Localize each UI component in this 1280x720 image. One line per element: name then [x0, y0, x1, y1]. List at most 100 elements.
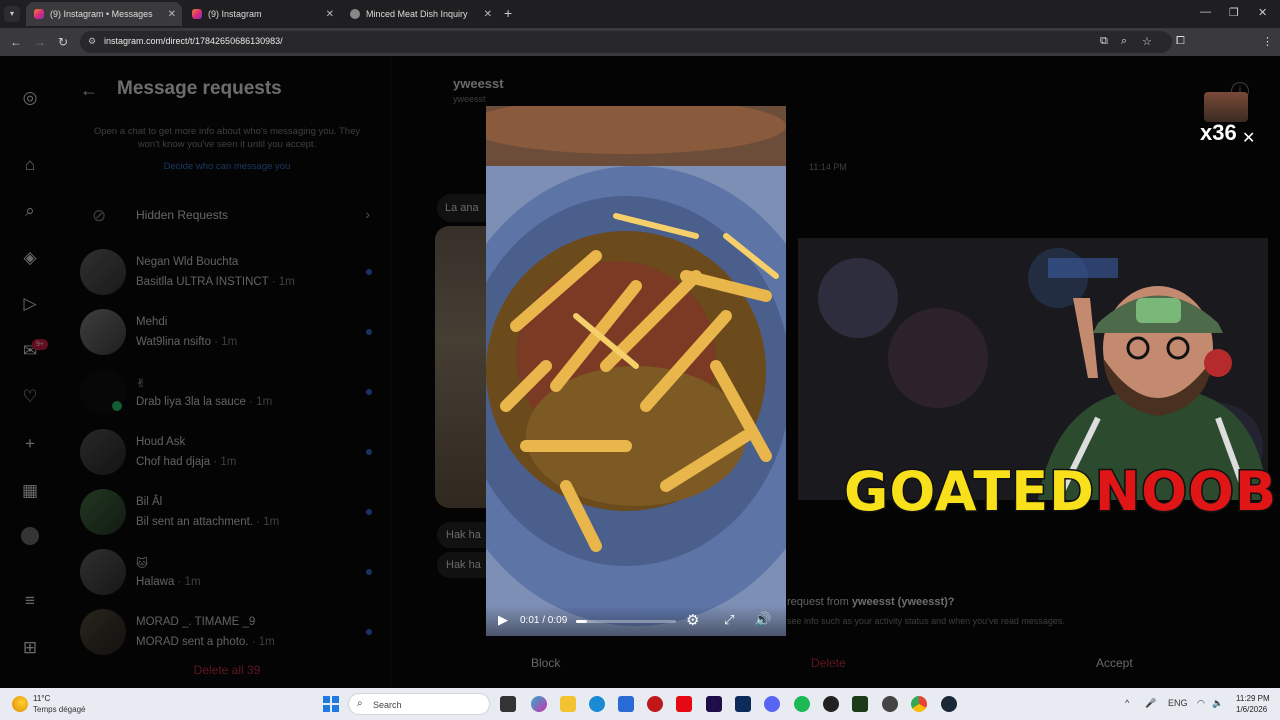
instagram-page: ◎ ⌂ ⌕ ◈ ▷ ✉ 9+ ♡ + ▦ ≡ ⊞ ← Message reque…: [0, 56, 1280, 688]
microphone-icon[interactable]: 🎤: [1145, 698, 1156, 709]
video-player[interactable]: ▶ 0:01 / 0:09 ⚙ ⤢ 🔊: [486, 106, 786, 636]
instagram-favicon-icon: [192, 9, 202, 19]
tab-instagram-messages[interactable]: (9) Instagram • Messages ✕: [26, 2, 182, 26]
explore-icon[interactable]: ◈: [20, 248, 40, 268]
terminal-icon[interactable]: [852, 696, 868, 712]
avatar: [80, 609, 126, 655]
reload-icon[interactable]: ↻: [58, 35, 68, 49]
file-explorer-icon[interactable]: [560, 696, 576, 712]
copilot-icon[interactable]: [531, 696, 547, 712]
online-status-dot: [112, 401, 122, 411]
restore-icon[interactable]: ❐: [1229, 6, 1239, 19]
brand-word-red: NOOBIE: [1093, 459, 1280, 525]
list-item[interactable]: MORAD _. TIMAME _9 MORAD sent a photo. ·…: [80, 607, 380, 657]
chat-preview: Bil sent an attachment. · 1m: [136, 516, 279, 528]
notifications-heart-icon[interactable]: ♡: [20, 387, 40, 407]
tab-minced-meat[interactable]: Minced Meat Dish Inquiry ✕: [342, 2, 498, 26]
language-indicator[interactable]: ENG: [1168, 698, 1188, 708]
premiere-icon[interactable]: [706, 696, 722, 712]
fullscreen-icon[interactable]: ⤢: [724, 612, 734, 628]
speaker-icon[interactable]: 🔈: [1212, 698, 1223, 709]
github-icon[interactable]: [882, 696, 898, 712]
more-menu-icon[interactable]: ≡: [20, 591, 40, 611]
url-input[interactable]: ⚙ instagram.com/direct/t/178426506861309…: [80, 31, 1172, 53]
weather-sun-icon[interactable]: [12, 696, 28, 712]
url-text[interactable]: instagram.com/direct/t/17842650686130983…: [104, 36, 283, 46]
close-window-icon[interactable]: ✕: [1258, 6, 1267, 19]
video-scrubber[interactable]: [576, 620, 676, 623]
show-hidden-icons-icon[interactable]: ^: [1125, 698, 1129, 708]
instagram-logo-icon[interactable]: ◎: [20, 88, 40, 108]
conversation-username[interactable]: yweesst: [453, 76, 504, 91]
site-info-icon[interactable]: ⚙: [88, 36, 96, 47]
settings-gear-icon[interactable]: ⚙: [686, 611, 699, 629]
clock-date[interactable]: 1/6/2026: [1236, 705, 1267, 714]
home-icon[interactable]: ⌂: [20, 155, 40, 175]
block-button[interactable]: Block: [531, 656, 560, 670]
weather-description[interactable]: Temps dégagé: [33, 705, 85, 714]
tab-list-button[interactable]: ▾: [4, 6, 20, 22]
wifi-icon[interactable]: ◠: [1197, 698, 1205, 709]
list-item[interactable]: Negan Wld Bouchta Basitlla ULTRA INSTINC…: [80, 247, 380, 297]
windows-start-icon[interactable]: [323, 696, 339, 712]
forward-arrow-icon[interactable]: →: [34, 35, 46, 49]
dashboard-icon[interactable]: ▦: [20, 481, 40, 501]
delete-button[interactable]: Delete: [811, 656, 846, 670]
chat-preview: Drab liya 3la la sauce · 1m: [136, 396, 272, 408]
hidden-requests-row[interactable]: ⊘ Hidden Requests ›: [80, 198, 380, 234]
reels-icon[interactable]: ▷: [20, 294, 40, 314]
discord-icon[interactable]: [764, 696, 780, 712]
accept-button[interactable]: Accept: [1096, 656, 1133, 670]
profile-avatar[interactable]: [20, 527, 40, 547]
photoshop-icon[interactable]: [735, 696, 751, 712]
left-nav: ◎ ⌂ ⌕ ◈ ▷ ✉ 9+ ♡ + ▦ ≡ ⊞: [0, 56, 60, 688]
cast-icon[interactable]: ⧉: [1100, 35, 1108, 48]
threads-apps-icon[interactable]: ⊞: [20, 638, 40, 658]
create-plus-icon[interactable]: +: [20, 434, 40, 454]
chat-message: Drab liya 3la la sauce: [136, 396, 246, 408]
chat-message: Bil sent an attachment.: [136, 516, 253, 528]
extensions-icon[interactable]: ⧠: [1176, 35, 1185, 48]
taskbar-search-input[interactable]: ⌕ Search: [348, 693, 490, 715]
bookmark-star-icon[interactable]: ☆: [1142, 35, 1152, 48]
new-tab-icon[interactable]: +: [504, 5, 512, 21]
chat-time: · 1m: [245, 396, 273, 408]
decide-who-can-message-link[interactable]: Decide who can message you: [82, 161, 372, 172]
clock-time[interactable]: 11:29 PM: [1236, 694, 1270, 703]
minimize-icon[interactable]: —: [1200, 6, 1211, 18]
weather-temperature[interactable]: 11°C: [33, 694, 50, 703]
close-icon[interactable]: ✕: [1242, 128, 1255, 148]
volume-icon[interactable]: 🔊: [754, 611, 771, 628]
obs-icon[interactable]: [823, 696, 839, 712]
spotify-icon[interactable]: [794, 696, 810, 712]
chat-preview: Halawa · 1m: [136, 576, 201, 588]
play-icon[interactable]: ▶: [498, 612, 508, 628]
back-arrow-icon[interactable]: ←: [80, 80, 98, 101]
delete-all-button[interactable]: Delete all 39: [82, 663, 372, 677]
zoom-icon[interactable]: ⌕: [1121, 35, 1127, 48]
list-item[interactable]: Bil Âl Bil sent an attachment. · 1m: [80, 487, 380, 537]
list-item[interactable]: 🐱 Halawa · 1m: [80, 547, 380, 597]
netflix-icon[interactable]: [676, 696, 692, 712]
close-tab-icon[interactable]: ✕: [484, 9, 492, 20]
browser-tab-bar: ▾ (9) Instagram • Messages ✕ (9) Instagr…: [0, 0, 1280, 28]
menu-kebab-icon[interactable]: ⋮: [1262, 35, 1273, 48]
search-icon[interactable]: ⌕: [20, 201, 40, 221]
chat-preview: Wat9lina nsifto · 1m: [136, 336, 237, 348]
emote-counter: x36: [1199, 119, 1238, 146]
opera-icon[interactable]: [647, 696, 663, 712]
edge-icon[interactable]: [589, 696, 605, 712]
close-tab-icon[interactable]: ✕: [326, 9, 334, 20]
list-item[interactable]: Mehdi Wat9lina nsifto · 1m: [80, 307, 380, 357]
chrome-icon[interactable]: [911, 696, 927, 712]
close-tab-icon[interactable]: ✕: [168, 9, 176, 20]
list-item[interactable]: ✌ Drab liya 3la la sauce · 1m: [80, 367, 380, 417]
video-time: 0:01 / 0:09: [520, 615, 568, 626]
store-icon[interactable]: [618, 696, 634, 712]
task-view-icon[interactable]: [500, 696, 516, 712]
tab-instagram[interactable]: (9) Instagram ✕: [184, 2, 340, 26]
steam-icon[interactable]: [941, 696, 957, 712]
back-arrow-icon[interactable]: ←: [10, 35, 22, 49]
chat-preview: Chof had djaja · 1m: [136, 456, 236, 468]
list-item[interactable]: Houd Ask Chof had djaja · 1m: [80, 427, 380, 477]
